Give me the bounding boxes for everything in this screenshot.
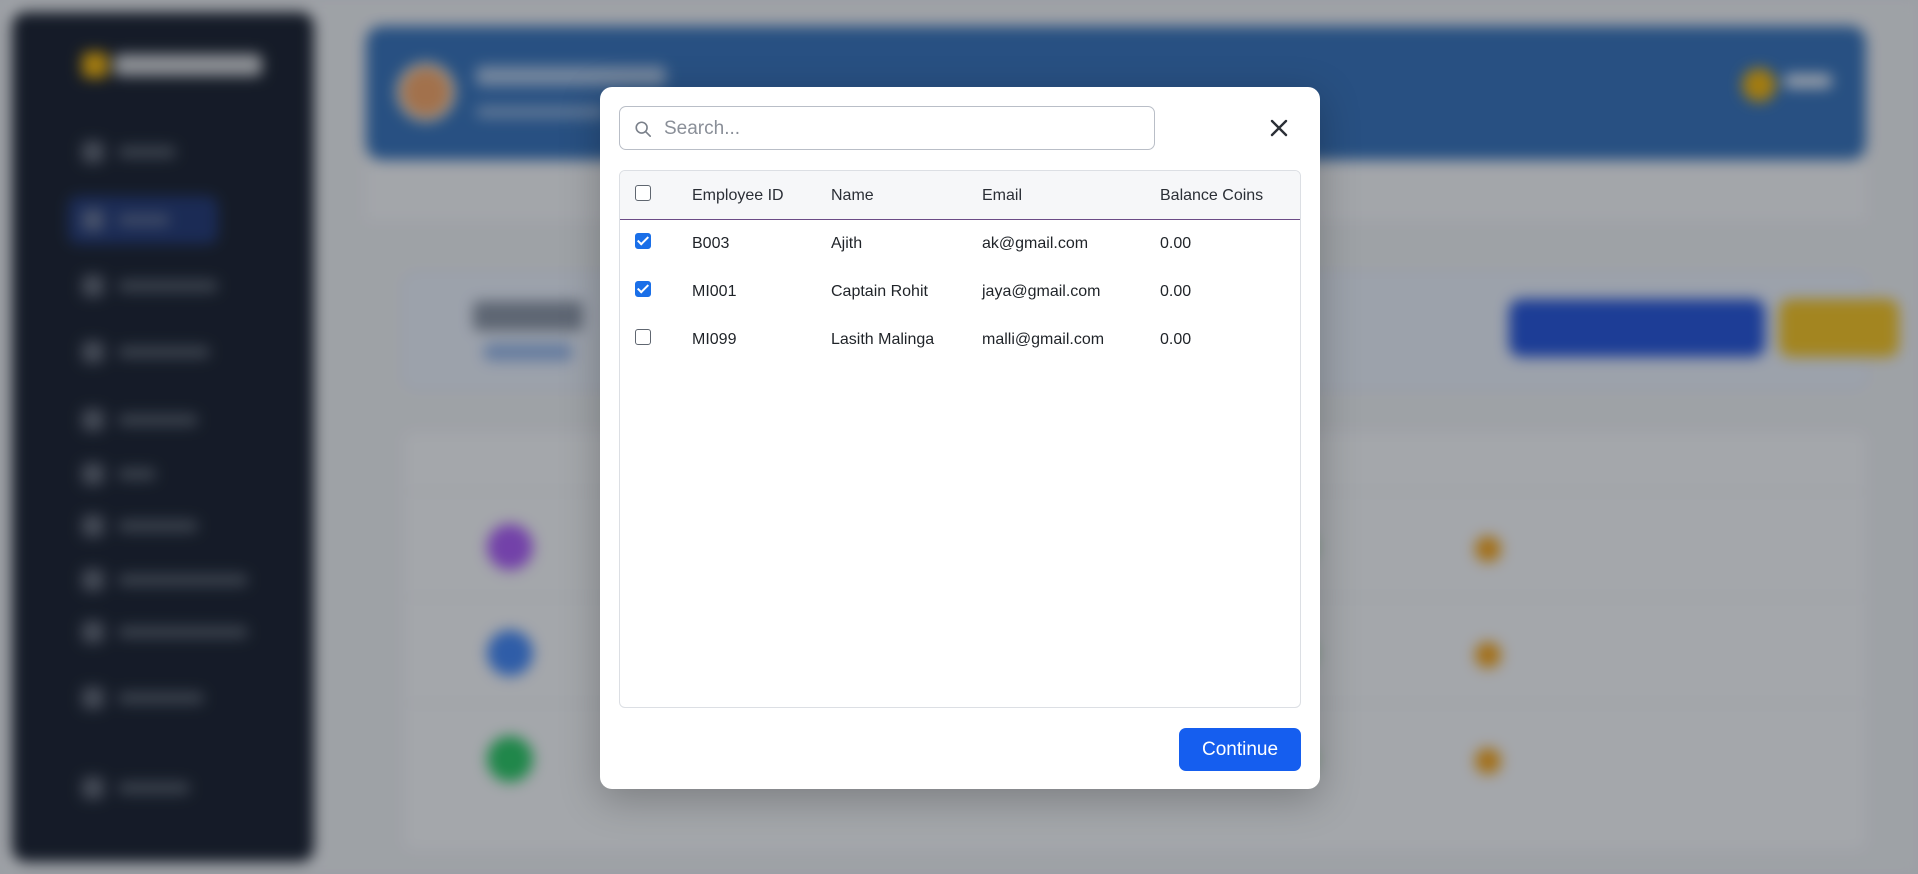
row-checkbox[interactable] bbox=[635, 233, 651, 249]
search-box bbox=[619, 106, 1155, 151]
balance-cell: 0.00 bbox=[1160, 235, 1192, 252]
email-cell: malli@gmail.com bbox=[982, 331, 1105, 348]
name-cell: Captain Rohit bbox=[831, 283, 928, 300]
employee-table: Employee ID Name Email Balance Coins B00… bbox=[619, 170, 1301, 708]
table-row[interactable]: MI001 Captain Rohit jaya@gmail.com 0.00 bbox=[620, 267, 1300, 315]
column-header-employee-id: Employee ID bbox=[692, 187, 784, 204]
employee-id-cell: B003 bbox=[692, 235, 730, 252]
name-cell: Lasith Malinga bbox=[831, 331, 935, 348]
column-header-email: Email bbox=[982, 187, 1023, 204]
balance-cell: 0.00 bbox=[1160, 331, 1192, 348]
search-input[interactable] bbox=[662, 107, 1146, 151]
select-employees-modal: Employee ID Name Email Balance Coins B00… bbox=[600, 87, 1320, 789]
name-cell: Ajith bbox=[831, 235, 863, 252]
row-checkbox[interactable] bbox=[635, 281, 651, 297]
balance-cell: 0.00 bbox=[1160, 283, 1192, 300]
search-icon bbox=[635, 121, 652, 138]
continue-button[interactable]: Continue bbox=[1179, 728, 1301, 771]
table-row[interactable]: B003 Ajith ak@gmail.com 0.00 bbox=[620, 219, 1300, 267]
email-cell: ak@gmail.com bbox=[982, 235, 1089, 252]
email-cell: jaya@gmail.com bbox=[982, 283, 1101, 300]
close-icon[interactable] bbox=[1266, 115, 1292, 141]
table-row[interactable]: MI099 Lasith Malinga malli@gmail.com 0.0… bbox=[620, 315, 1300, 363]
column-header-name: Name bbox=[831, 187, 874, 204]
row-checkbox[interactable] bbox=[635, 329, 651, 345]
employee-id-cell: MI001 bbox=[692, 283, 737, 300]
employee-id-cell: MI099 bbox=[692, 331, 737, 348]
column-header-balance-coins: Balance Coins bbox=[1160, 187, 1264, 204]
select-all-checkbox[interactable] bbox=[635, 185, 651, 201]
table-header: Employee ID Name Email Balance Coins bbox=[620, 171, 1300, 220]
